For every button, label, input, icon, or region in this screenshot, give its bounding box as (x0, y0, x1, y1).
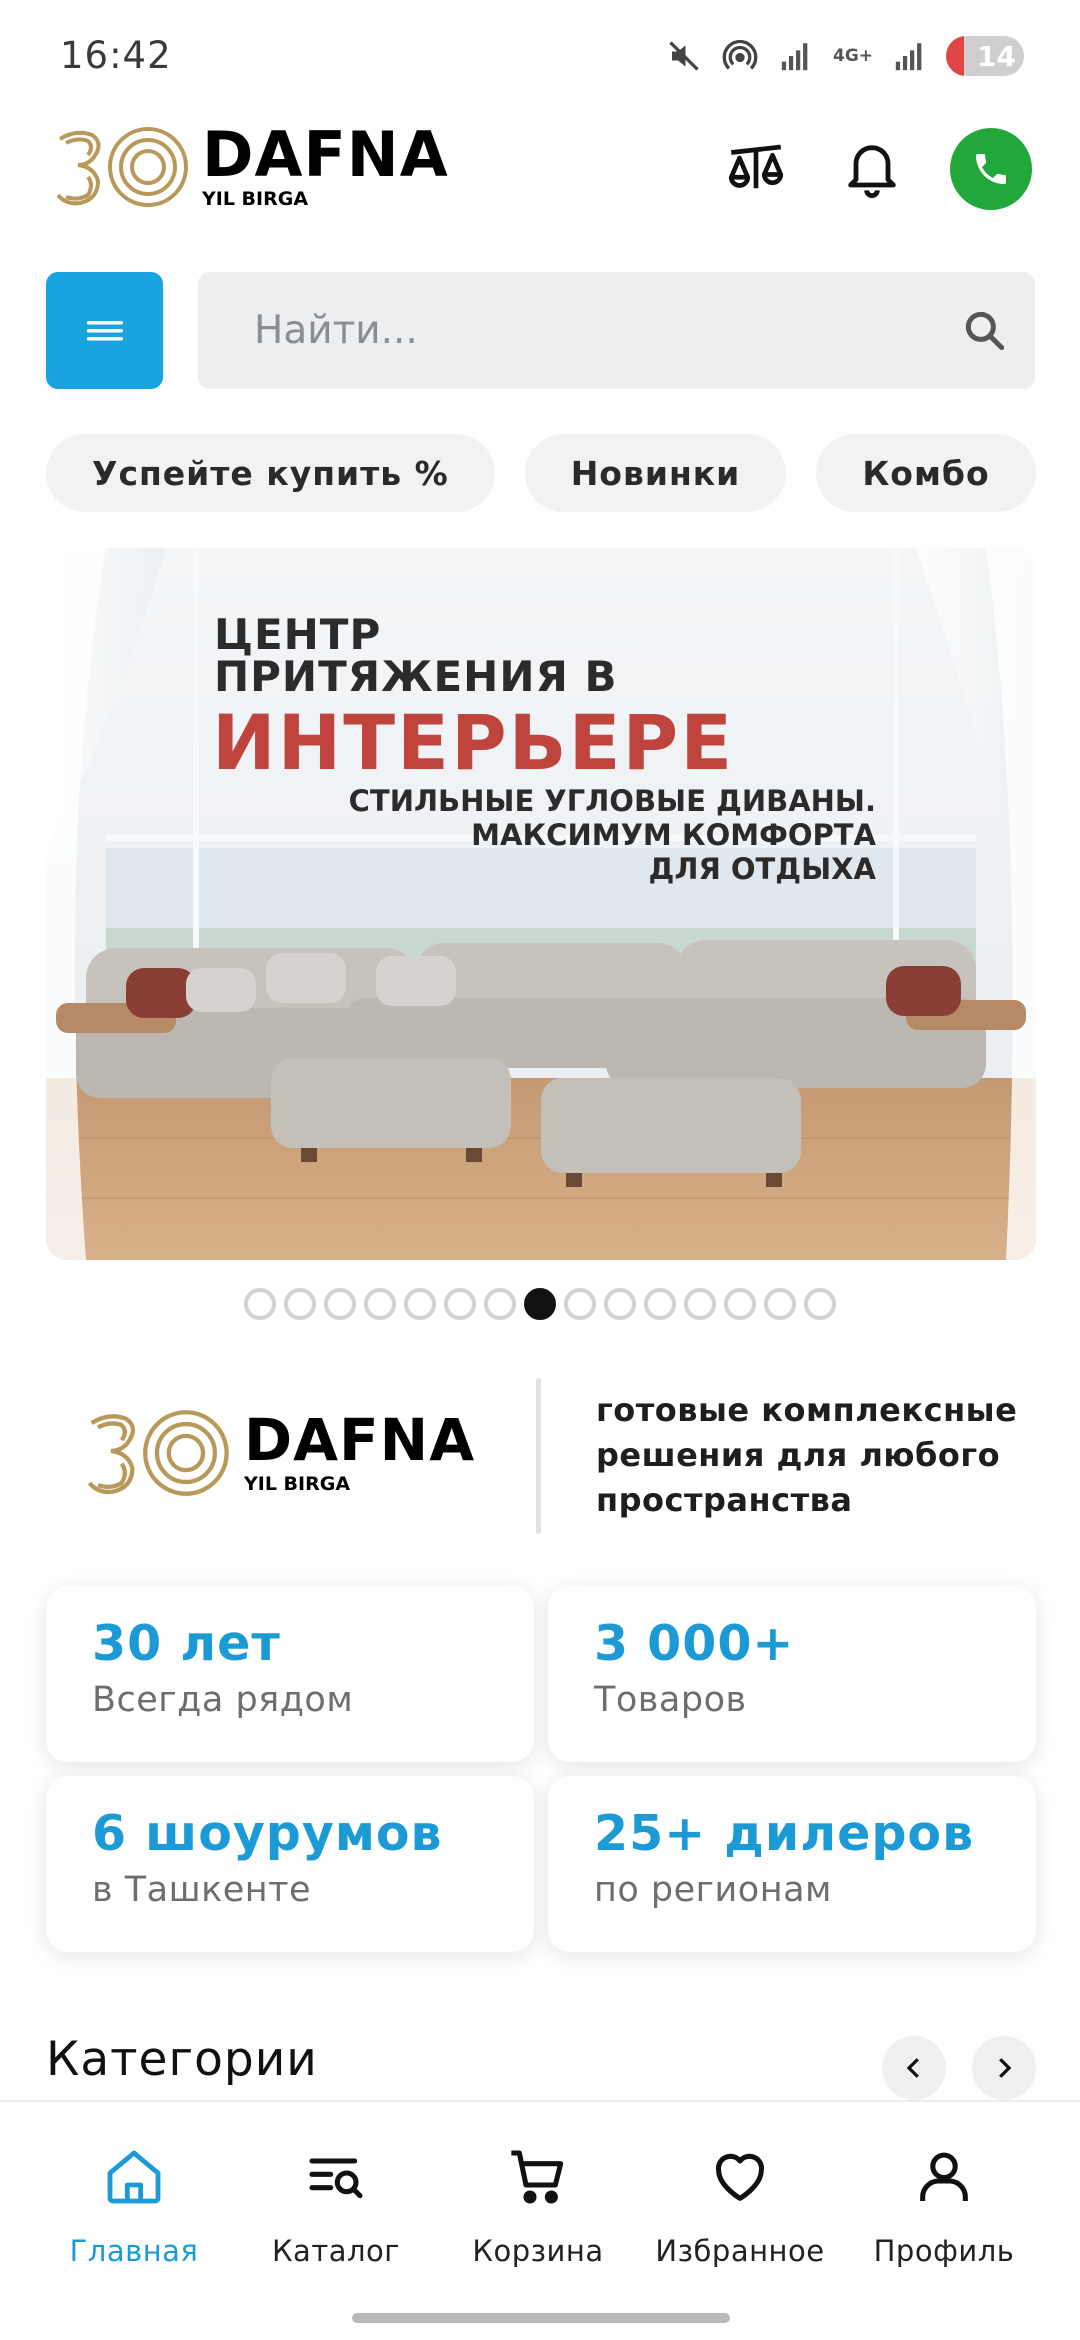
menu-button[interactable] (46, 272, 163, 389)
stat-value: 25+ дилеров (594, 1805, 975, 1862)
carousel-dot[interactable] (244, 1288, 276, 1320)
carousel-dot[interactable] (324, 1288, 356, 1320)
carousel-dot[interactable] (404, 1288, 436, 1320)
categories-next-button[interactable] (972, 2036, 1036, 2100)
status-bar: 16:42 4G+ 14 (0, 0, 1080, 112)
banner-subtitle: СТИЛЬНЫЕ УГЛОВЫЕ ДИВАНЫ. МАКСИМУМ КОМФОР… (256, 784, 876, 886)
nav-label: Каталог (271, 2234, 401, 2268)
chip-sale[interactable]: Успейте купить % (46, 434, 495, 512)
banner-title-line2: ПРИТЯЖЕНИЯ В (214, 652, 618, 701)
banner-subtitle-line2: МАКСИМУМ КОМФОРТА (471, 818, 876, 852)
logo-30-mark (56, 127, 188, 207)
nav-label: Главная (69, 2234, 199, 2268)
user-icon (909, 2142, 979, 2212)
stat-card-years: 30 лет Всегда рядом (46, 1586, 534, 1762)
carousel-dot[interactable] (764, 1288, 796, 1320)
carousel-dot[interactable] (444, 1288, 476, 1320)
stat-caption: Товаров (594, 1680, 747, 1720)
about-slogan: готовые комплексные решения для любого п… (596, 1391, 1018, 1519)
carousel-dot[interactable] (724, 1288, 756, 1320)
search-icon[interactable] (935, 272, 1035, 389)
filter-chips: Успейте купить % Новинки Комбо (46, 434, 1036, 512)
logo-brand-text: DAFNA (244, 1406, 476, 1474)
stat-card-products: 3 000+ Товаров (548, 1586, 1036, 1762)
about-section: DAFNA YIL BIRGA готовые комплексные реше… (0, 1374, 1080, 1534)
battery-indicator: 14 (946, 36, 1024, 76)
mute-icon (664, 36, 704, 76)
nav-label: Корзина (472, 2234, 604, 2268)
battery-low-fill (946, 36, 964, 76)
signal-icon (776, 36, 816, 76)
bell-icon[interactable] (834, 131, 910, 207)
carousel-dot[interactable] (684, 1288, 716, 1320)
home-icon (99, 2142, 169, 2212)
carousel-indicator (0, 1288, 1080, 1320)
phone-icon (976, 154, 1006, 184)
network-type-label: 4G+ (832, 45, 874, 66)
status-time: 16:42 (60, 34, 172, 77)
banner-subtitle-line3: ДЛЯ ОТДЫХА (648, 852, 876, 886)
chip-combo[interactable]: Комбо (816, 434, 1036, 512)
logo-tagline-text: YIL BIRGA (244, 1473, 351, 1495)
nav-home[interactable]: Главная (34, 2142, 234, 2268)
heart-icon (705, 2142, 775, 2212)
search-placeholder: Найти... (254, 308, 418, 353)
stat-card-dealers: 25+ дилеров по регионам (548, 1776, 1036, 1952)
logo-brand-text: DAFNA (202, 118, 449, 191)
stat-card-showrooms: 6 шоурумов в Ташкенте (46, 1776, 534, 1952)
compare-icon[interactable] (718, 131, 794, 207)
stat-value: 3 000+ (594, 1615, 795, 1672)
nav-catalog[interactable]: Каталог (236, 2142, 436, 2268)
stat-caption: в Ташкенте (92, 1870, 312, 1910)
carousel-dot[interactable] (644, 1288, 676, 1320)
carousel-dot[interactable] (484, 1288, 516, 1320)
battery-level: 14 (977, 39, 1016, 73)
banner-subtitle-line1: СТИЛЬНЫЕ УГЛОВЫЕ ДИВАНЫ. (348, 784, 876, 818)
promo-banner[interactable]: ЦЕНТР ПРИТЯЖЕНИЯ В ИНТЕРЬЕРЕ СТИЛЬНЫЕ УГ… (46, 548, 1036, 1260)
chevron-right-icon (999, 2058, 1012, 2078)
about-divider (536, 1378, 541, 1534)
cart-icon (503, 2142, 573, 2212)
categories-title: Категории (46, 2032, 318, 2087)
carousel-dot[interactable] (804, 1288, 836, 1320)
dafna-logo-large: DAFNA YIL BIRGA (84, 1408, 475, 1498)
carousel-dot[interactable] (524, 1288, 556, 1320)
call-button[interactable] (950, 128, 1032, 210)
search-input[interactable]: Найти... (198, 272, 1035, 389)
chip-new[interactable]: Новинки (524, 434, 787, 512)
stat-value: 30 лет (92, 1615, 281, 1672)
banner-title-line3: ИНТЕРЬЕРЕ (212, 698, 735, 787)
nav-favorites[interactable]: Избранное (640, 2142, 840, 2268)
stat-caption: Всегда рядом (92, 1680, 354, 1720)
home-indicator[interactable] (352, 2313, 730, 2323)
carousel-dot[interactable] (284, 1288, 316, 1320)
nav-profile[interactable]: Профиль (844, 2142, 1044, 2268)
carousel-dot[interactable] (604, 1288, 636, 1320)
hamburger-icon (86, 320, 123, 340)
carousel-dot[interactable] (564, 1288, 596, 1320)
carousel-dot[interactable] (364, 1288, 396, 1320)
nav-label: Профиль (873, 2234, 1015, 2268)
dafna-logo[interactable]: DAFNA YIL BIRGA (54, 124, 449, 210)
signal-icon-2 (890, 36, 930, 76)
nav-cart[interactable]: Корзина (438, 2142, 638, 2268)
logo-tagline-text: YIL BIRGA (202, 188, 309, 210)
categories-prev-button[interactable] (882, 2036, 946, 2100)
status-icons: 4G+ 14 (664, 34, 1024, 78)
logo-30-mark (87, 1410, 229, 1496)
catalog-search-icon (301, 2142, 371, 2212)
chevron-left-icon (906, 2058, 919, 2078)
stat-value: 6 шоурумов (92, 1805, 443, 1862)
app-header: DAFNA YIL BIRGA (0, 112, 1080, 282)
nav-label: Избранное (655, 2234, 825, 2268)
stat-caption: по регионам (594, 1870, 832, 1910)
hotspot-icon (720, 36, 760, 76)
bottom-navigation: Главная Каталог Корзина Избранное Профил… (0, 2100, 1080, 2340)
